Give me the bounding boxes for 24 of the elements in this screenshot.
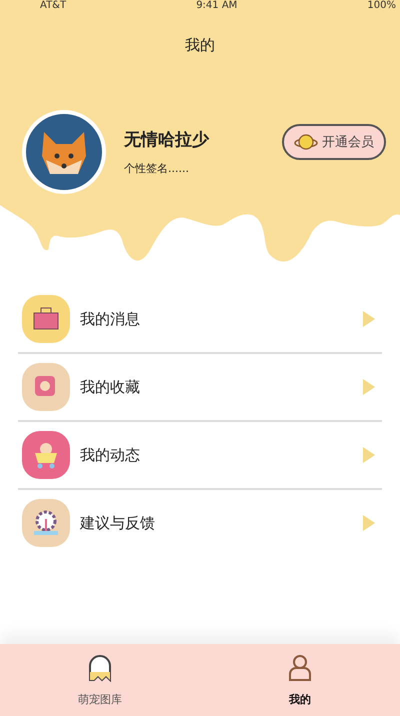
triangle-arrow-icon — [362, 378, 376, 396]
page-title: 我的 — [184, 36, 216, 55]
menu-item[interactable]: 建议与反馈 — [18, 490, 382, 556]
menu-item[interactable]: 我的动态 — [18, 422, 382, 490]
triangle-arrow-icon — [362, 514, 376, 532]
clock-text: 9:41 AM — [196, 0, 238, 12]
triangle-arrow-icon — [362, 446, 376, 464]
menu-label: 我的动态 — [80, 446, 141, 464]
menu-label: 我的收藏 — [80, 378, 141, 396]
menu-label: 我的消息 — [80, 310, 141, 328]
triangle-arrow-icon — [362, 310, 376, 328]
menu-label: 建议与反馈 — [80, 514, 156, 532]
person-icon — [287, 654, 313, 682]
battery-text: 100% — [367, 0, 396, 12]
tab[interactable]: 萌宠图库 — [0, 644, 200, 716]
carrier-text: AT&T — [40, 0, 66, 12]
ghost-icon — [87, 654, 113, 682]
tab[interactable]: 我的 — [200, 644, 400, 716]
user-name: 无情哈拉少 — [124, 129, 210, 151]
menu-item[interactable]: 我的消息 — [18, 286, 382, 354]
planet-icon — [294, 132, 318, 152]
menu-item[interactable]: 我的收藏 — [18, 354, 382, 422]
user-signature: 个性签名...... — [124, 161, 190, 176]
vip-button[interactable]: 开通会员 — [282, 124, 386, 160]
